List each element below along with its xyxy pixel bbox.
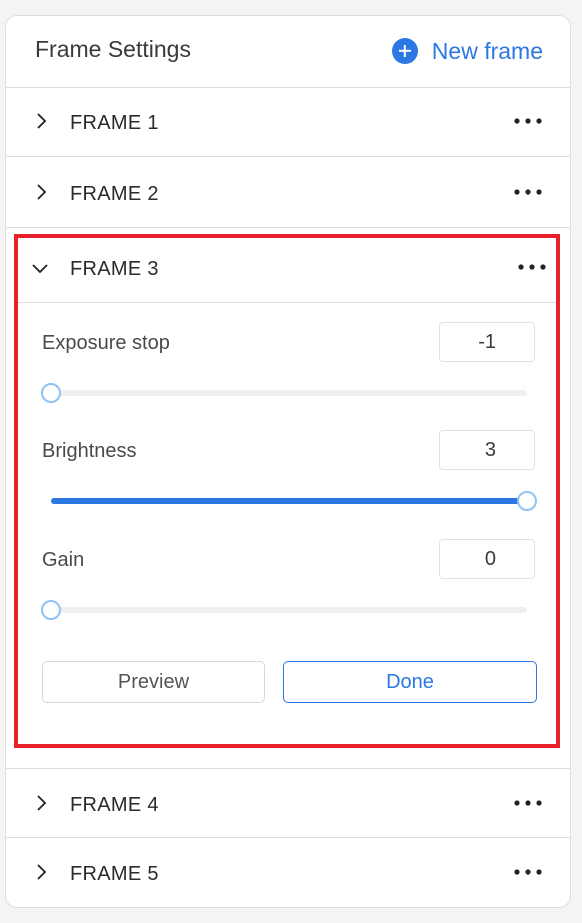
frame-label: FRAME 4 [70, 794, 159, 816]
panel-title: Frame Settings [35, 36, 191, 62]
panel-header: Frame Settings New frame [6, 16, 570, 88]
frame-3-expanded-section: FRAME 3 Exposure stop -1 Brightness 3 Ga… [14, 234, 560, 748]
more-horizontal-icon[interactable] [513, 797, 543, 809]
exposure-stop-slider-thumb[interactable] [41, 383, 61, 403]
chevron-right-icon [37, 795, 47, 811]
more-horizontal-icon[interactable] [513, 186, 543, 198]
more-horizontal-icon[interactable] [513, 866, 543, 878]
more-horizontal-icon[interactable] [517, 261, 547, 273]
exposure-stop-slider[interactable] [41, 383, 527, 403]
frame-row-3[interactable]: FRAME 3 [18, 238, 556, 303]
brightness-label: Brightness [42, 440, 137, 462]
gain-label: Gain [42, 549, 85, 571]
brightness-input[interactable]: 3 [439, 430, 535, 470]
exposure-stop-label: Exposure stop [42, 332, 170, 354]
plus-circle-icon [391, 38, 418, 64]
frame-settings-panel: Frame Settings New frame FRAME 1 FRAME 2 [5, 15, 571, 908]
frame-label: FRAME 3 [70, 258, 159, 280]
chevron-right-icon [37, 184, 47, 200]
gain-slider-thumb[interactable] [41, 600, 61, 620]
gain-slider[interactable] [41, 600, 527, 620]
brightness-slider[interactable] [51, 491, 537, 511]
more-horizontal-icon[interactable] [513, 115, 543, 127]
brightness-slider-thumb[interactable] [517, 491, 537, 511]
chevron-down-icon [32, 264, 48, 274]
gain-input[interactable]: 0 [439, 539, 535, 579]
preview-button[interactable]: Preview [42, 661, 265, 703]
new-frame-button[interactable]: New frame [391, 36, 543, 66]
frame-row-2[interactable]: FRAME 2 [6, 158, 570, 228]
frame-label: FRAME 5 [70, 863, 159, 885]
frame-row-5[interactable]: FRAME 5 [6, 838, 570, 907]
frame-label: FRAME 1 [70, 112, 159, 134]
brightness-slider-fill [51, 498, 527, 504]
done-button[interactable]: Done [283, 661, 537, 703]
chevron-right-icon [37, 864, 47, 880]
frame-label: FRAME 2 [70, 183, 159, 205]
chevron-right-icon [37, 113, 47, 129]
exposure-stop-input[interactable]: -1 [439, 322, 535, 362]
new-frame-label: New frame [431, 37, 543, 64]
frame-row-1[interactable]: FRAME 1 [6, 87, 570, 157]
frame-row-4[interactable]: FRAME 4 [6, 768, 570, 838]
